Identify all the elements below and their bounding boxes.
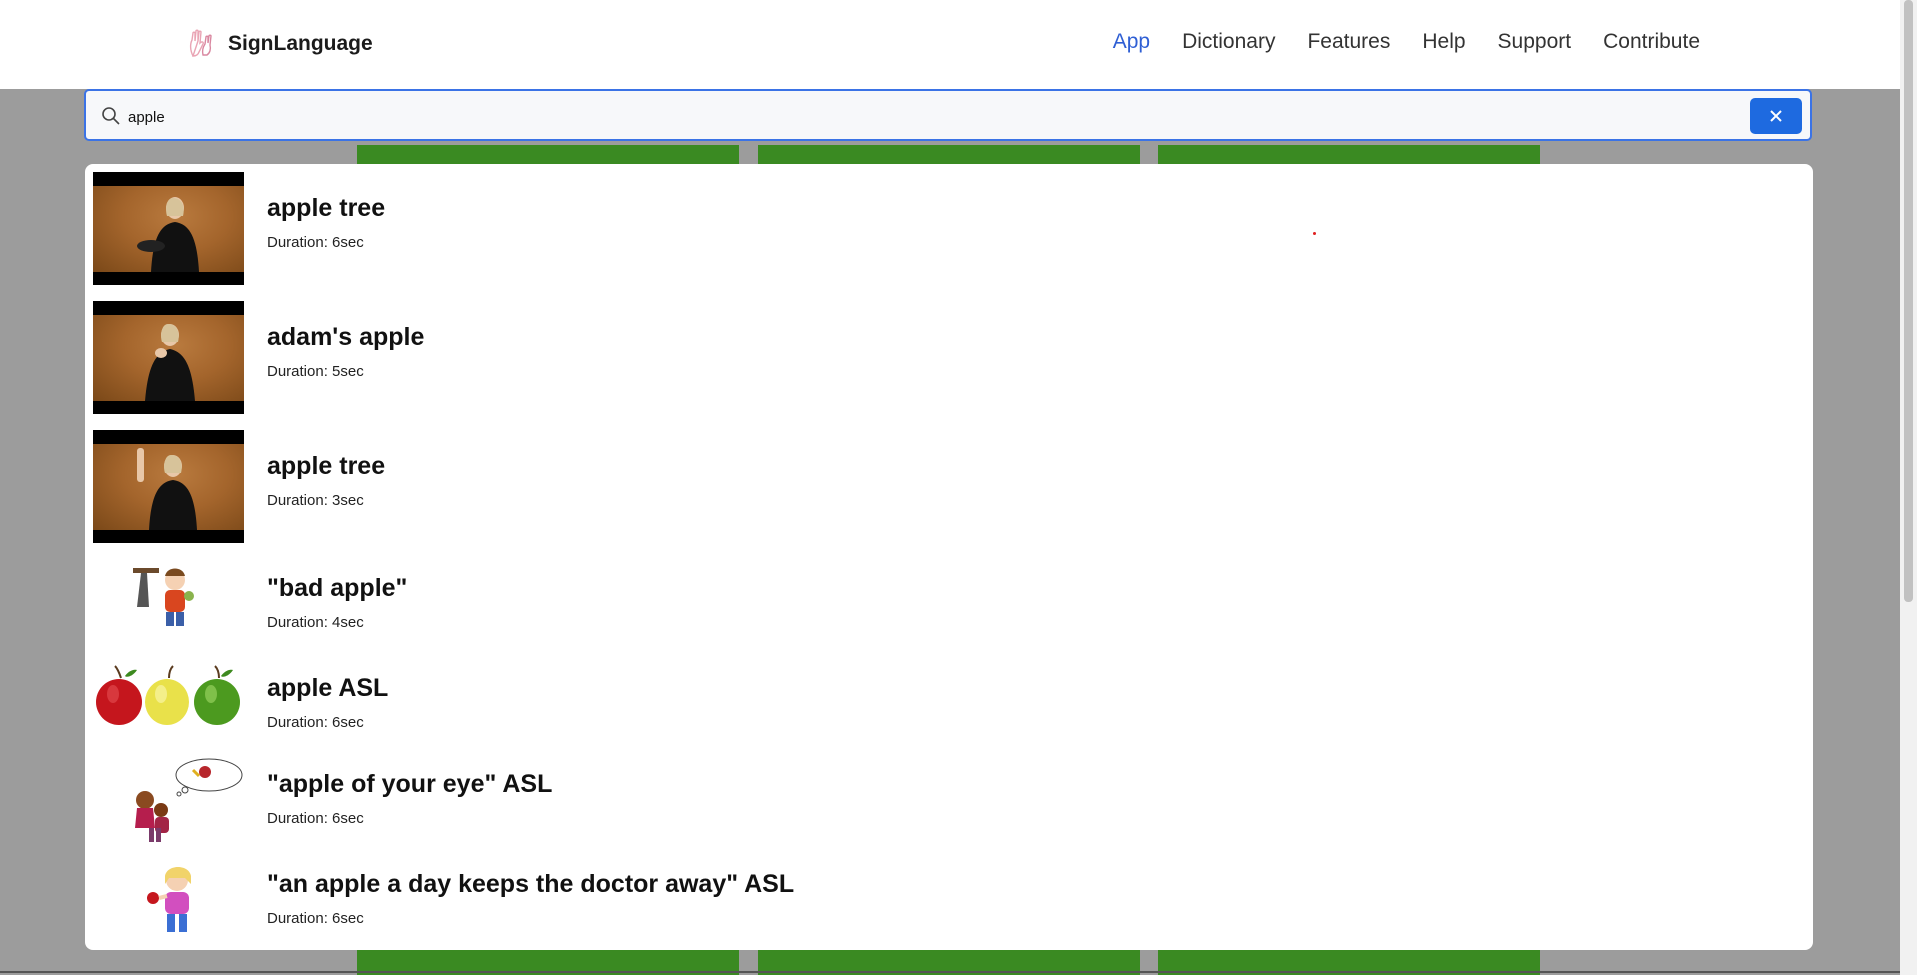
close-icon [1770,110,1782,122]
result-cartoon-thumbnail[interactable] [93,552,244,642]
brand-logo[interactable]: SignLanguage [184,28,373,60]
result-apples-thumbnail[interactable] [93,662,244,730]
result-title[interactable]: "an apple a day keeps the doctor away" A… [267,870,794,899]
result-cartoon-thumbnail[interactable] [93,758,244,848]
result-item[interactable]: apple tree Duration: 3sec [93,430,1793,550]
nav-dictionary[interactable]: Dictionary [1182,30,1275,54]
result-item[interactable]: "an apple a day keeps the doctor away" A… [93,860,1793,950]
result-cartoon-thumbnail[interactable] [93,860,244,940]
result-item[interactable]: adam's apple Duration: 5sec [93,301,1793,421]
result-title[interactable]: "apple of your eye" ASL [267,770,552,799]
search-bar [84,89,1812,141]
result-video-thumbnail[interactable] [93,172,244,285]
result-duration: Duration: 6sec [267,234,364,251]
cursor-dot [1313,232,1316,235]
result-duration: Duration: 6sec [267,910,364,927]
page-scrollbar[interactable] [1900,0,1917,975]
top-header: SignLanguage App Dictionary Features Hel… [0,0,1900,89]
nav-features[interactable]: Features [1307,30,1390,54]
hands-sign-icon [189,29,212,57]
brand-name: SignLanguage [228,32,373,55]
result-item[interactable]: apple tree Duration: 6sec [93,172,1793,292]
result-title[interactable]: adam's apple [267,323,424,352]
result-title[interactable]: "bad apple" [267,574,407,603]
search-results-list: apple tree Duration: 6sec adam's apple D… [85,164,1813,950]
result-video-thumbnail[interactable] [93,430,244,543]
nav-contribute[interactable]: Contribute [1603,30,1700,54]
result-duration: Duration: 3sec [267,492,364,509]
search-icon [102,107,120,125]
nav-help[interactable]: Help [1422,30,1465,54]
nav-app[interactable]: App [1113,30,1150,54]
result-duration: Duration: 4sec [267,614,364,631]
search-input[interactable] [126,103,1730,131]
bottom-divider [0,971,1900,973]
clear-search-button[interactable] [1750,98,1802,134]
result-title[interactable]: apple tree [267,194,385,223]
result-duration: Duration: 6sec [267,810,364,827]
result-item[interactable]: "bad apple" Duration: 4sec [93,552,1793,672]
main-nav: App Dictionary Features Help Support Con… [1113,30,1700,54]
result-duration: Duration: 6sec [267,714,364,731]
result-title[interactable]: apple tree [267,452,385,481]
scrollbar-thumb[interactable] [1904,0,1913,602]
result-duration: Duration: 5sec [267,363,364,380]
result-video-thumbnail[interactable] [93,301,244,414]
result-title[interactable]: apple ASL [267,674,388,703]
nav-support[interactable]: Support [1498,30,1572,54]
